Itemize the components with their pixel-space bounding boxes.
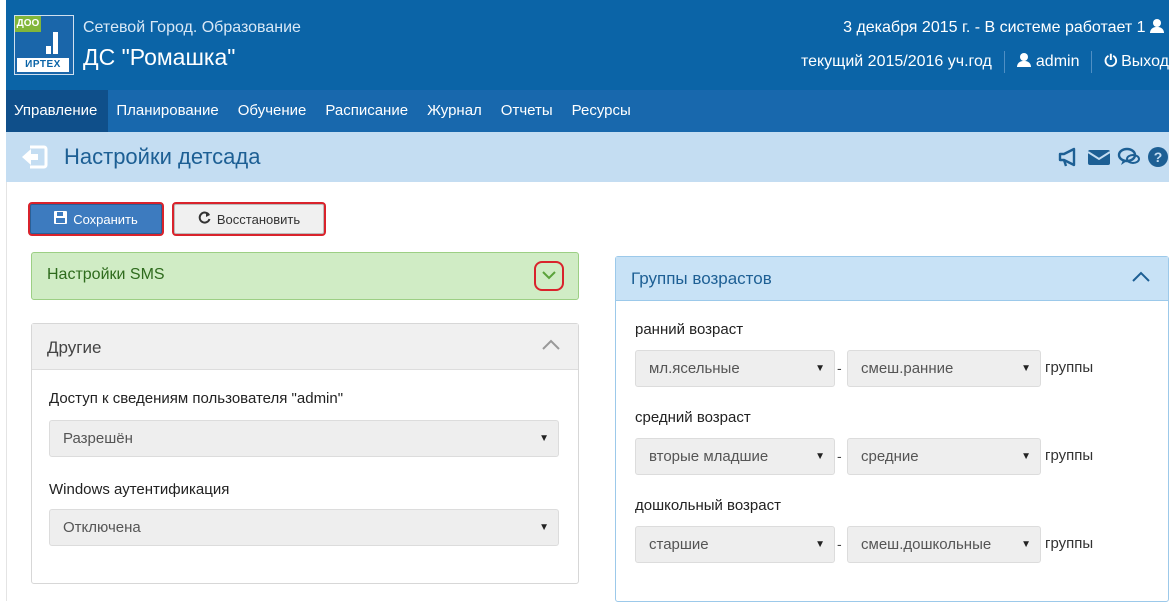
other-panel-header[interactable]: Другие: [32, 324, 578, 370]
divider: [1091, 51, 1093, 73]
age-row-label: дошкольный возраст: [635, 497, 781, 514]
app-logo[interactable]: ДОО ИРТЕХ: [14, 15, 74, 75]
other-panel-title: Другие: [47, 338, 102, 357]
chevron-up-icon[interactable]: [542, 338, 560, 356]
nav-item-resources[interactable]: Ресурсы: [564, 90, 642, 132]
select-value: смеш.дошкольные: [861, 536, 992, 553]
page-title: Настройки детсада: [64, 144, 261, 169]
access-label: Доступ к сведениям пользователя "admin": [49, 390, 344, 407]
logout-label: Выход: [1121, 53, 1169, 70]
access-select[interactable]: Разрешён ▼: [49, 420, 559, 457]
restore-button[interactable]: Восстановить: [172, 202, 326, 236]
svg-text:?: ?: [1154, 149, 1163, 165]
school-year[interactable]: текущий 2015/2016 уч.год: [801, 53, 992, 71]
dropdown-arrow-icon: ▼: [815, 363, 825, 374]
age-from-select[interactable]: мл.ясельные ▼: [635, 350, 835, 387]
divider: [1003, 51, 1005, 73]
user-bar: текущий 2015/2016 уч.год admin ⏻ Выход: [801, 51, 1169, 73]
logo-brand: ИРТЕХ: [17, 58, 69, 72]
user-link[interactable]: admin: [1016, 53, 1080, 71]
age-from-select[interactable]: старшие ▼: [635, 526, 835, 563]
power-icon: ⏻: [1104, 53, 1118, 70]
age-to-select[interactable]: смеш.дошкольные ▼: [847, 526, 1041, 563]
age-row-label: средний возраст: [635, 409, 751, 426]
windows-auth-select[interactable]: Отключена ▼: [49, 509, 559, 546]
age-groups-title: Группы возрастов: [631, 269, 772, 288]
header-tools: ?: [1057, 145, 1169, 174]
range-dash: -: [837, 448, 842, 464]
groups-suffix: группы: [1045, 359, 1094, 376]
user-name: admin: [1035, 53, 1080, 70]
online-users-icon[interactable]: [1150, 19, 1164, 33]
select-value: мл.ясельные: [649, 360, 740, 377]
date-status-text: 3 декабря 2015 г. - В системе работает 1: [843, 19, 1146, 36]
megaphone-icon[interactable]: [1057, 145, 1081, 174]
back-arrow-icon[interactable]: [20, 145, 48, 169]
dropdown-arrow-icon: ▼: [1021, 451, 1031, 462]
logo-tag: ДОО: [15, 16, 41, 32]
expand-toggle-button[interactable]: [534, 261, 564, 291]
access-value: Разрешён: [63, 430, 133, 447]
nav-item-schedule[interactable]: Расписание: [317, 90, 419, 132]
age-groups-header[interactable]: Группы возрастов: [616, 257, 1168, 301]
groups-suffix: группы: [1045, 535, 1094, 552]
floppy-icon: [54, 211, 68, 227]
age-groups-panel: Группы возрастов ранний возраст мл.ясель…: [615, 256, 1169, 602]
logo-bars-icon: [46, 32, 64, 54]
nav-item-journal[interactable]: Журнал: [419, 90, 493, 132]
help-icon[interactable]: ?: [1147, 145, 1169, 174]
mail-icon[interactable]: [1087, 145, 1111, 174]
dropdown-arrow-icon: ▼: [1021, 363, 1031, 374]
nav-item-education[interactable]: Обучение: [230, 90, 318, 132]
select-value: старшие: [649, 536, 709, 553]
user-icon: [1016, 53, 1031, 67]
nav-item-planning[interactable]: Планирование: [108, 90, 229, 132]
age-to-select[interactable]: смеш.ранние ▼: [847, 350, 1041, 387]
dropdown-arrow-icon: ▼: [539, 433, 549, 444]
age-to-select[interactable]: средние ▼: [847, 438, 1041, 475]
main-content: Сохранить Восстановить Настройки SMS Дру…: [6, 182, 1169, 602]
page-header: Настройки детсада ?: [6, 132, 1169, 182]
sms-settings-panel: Настройки SMS: [31, 252, 579, 300]
org-name: ДС "Ромашка": [83, 44, 236, 70]
dropdown-arrow-icon: ▼: [815, 539, 825, 550]
select-value: средние: [861, 448, 919, 465]
dropdown-arrow-icon: ▼: [1021, 539, 1031, 550]
range-dash: -: [837, 536, 842, 552]
other-settings-panel: Другие Доступ к сведениям пользователя "…: [31, 323, 579, 584]
app-title: Сетевой Город. Образование: [83, 19, 301, 36]
range-dash: -: [837, 360, 842, 376]
dropdown-arrow-icon: ▼: [815, 451, 825, 462]
app-header: ДОО ИРТЕХ Сетевой Город. Образование ДС …: [6, 0, 1169, 90]
date-status: 3 декабря 2015 г. - В системе работает 1: [843, 19, 1169, 37]
age-from-select[interactable]: вторые младшие ▼: [635, 438, 835, 475]
chat-icon[interactable]: [1117, 145, 1141, 174]
logout-link[interactable]: ⏻ Выход: [1104, 53, 1169, 71]
windows-auth-value: Отключена: [63, 519, 141, 536]
dropdown-arrow-icon: ▼: [539, 522, 549, 533]
nav-item-management[interactable]: Управление: [6, 90, 109, 132]
windows-auth-label: Windows аутентификация: [49, 481, 230, 498]
chevron-up-icon[interactable]: [1132, 270, 1150, 288]
save-button[interactable]: Сохранить: [28, 202, 164, 236]
save-label: Сохранить: [73, 211, 138, 227]
main-nav: Управление Планирование Обучение Расписа…: [6, 90, 1169, 132]
restore-label: Восстановить: [216, 211, 301, 227]
groups-suffix: группы: [1045, 447, 1094, 464]
chevron-down-icon: [542, 267, 556, 285]
sms-panel-title: Настройки SMS: [47, 266, 165, 283]
age-row-label: ранний возраст: [635, 321, 744, 338]
nav-item-reports[interactable]: Отчеты: [493, 90, 564, 132]
select-value: вторые младшие: [649, 448, 769, 465]
refresh-icon: [198, 211, 211, 227]
select-value: смеш.ранние: [861, 360, 954, 377]
